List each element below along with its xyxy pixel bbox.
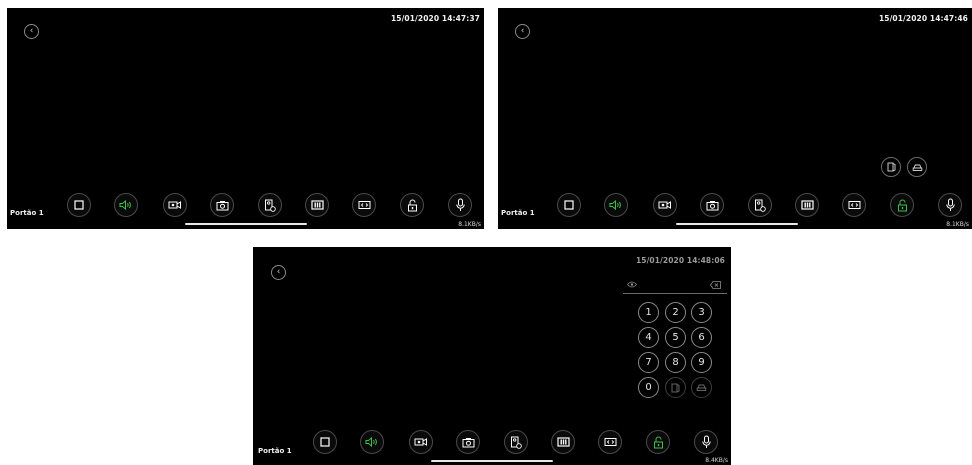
timestamp: 15/01/2020 14:47:46: [878, 14, 968, 23]
unlock-button[interactable]: [646, 430, 670, 454]
record-button[interactable]: [409, 430, 433, 454]
live-view-screen-3: ‹ 15/01/2020 14:48:06 1 2 3 4 5 6 7 8 9 …: [253, 247, 731, 465]
door-icon: [887, 162, 895, 172]
aspect-button[interactable]: [598, 430, 622, 454]
aspect-icon: [358, 201, 370, 209]
record-icon: [168, 201, 181, 209]
bitrate-readout: 8.4KB/s: [705, 457, 728, 464]
live-view-screen-1: ‹ 15/01/2020 14:47:37 Portão 1 8.1KB/s: [7, 8, 484, 229]
gate-icon: [912, 164, 922, 171]
stream-icon: [800, 200, 814, 210]
key-5[interactable]: 5: [665, 327, 686, 348]
door-button[interactable]: [881, 157, 901, 177]
playback-icon: [265, 199, 276, 212]
stream-button[interactable]: [551, 430, 575, 454]
key-6[interactable]: 6: [691, 327, 712, 348]
aspect-icon: [604, 438, 616, 446]
backspace-icon[interactable]: [710, 281, 721, 289]
playback-icon: [511, 436, 522, 449]
gate-button[interactable]: [907, 157, 927, 177]
camera-label: Portão 1: [258, 447, 292, 455]
stop-button[interactable]: [313, 430, 337, 454]
aspect-button[interactable]: [352, 193, 376, 217]
home-indicator: [431, 460, 553, 462]
unlock-button[interactable]: [400, 193, 424, 217]
toolbar: [557, 193, 962, 217]
gate-icon: [696, 384, 707, 391]
speaker-icon: [365, 437, 377, 447]
stream-icon: [556, 437, 570, 447]
bitrate-readout: 8.1KB/s: [946, 221, 969, 228]
record-button[interactable]: [653, 193, 677, 217]
bitrate-readout: 8.1KB/s: [458, 221, 481, 228]
speaker-icon: [119, 200, 131, 210]
door-icon: [671, 383, 680, 392]
toolbar: [313, 430, 718, 454]
back-icon: ‹: [276, 267, 281, 277]
speaker-icon: [609, 200, 621, 210]
microphone-icon: [945, 198, 955, 211]
unlock-icon: [653, 436, 663, 448]
aspect-button[interactable]: [842, 193, 866, 217]
stop-button[interactable]: [557, 193, 581, 217]
show-password-icon[interactable]: [627, 281, 637, 288]
unlock-icon: [897, 199, 907, 211]
camera-label: Portão 1: [10, 209, 44, 217]
key-8[interactable]: 8: [665, 352, 686, 373]
snapshot-button[interactable]: [456, 430, 480, 454]
microphone-icon: [455, 198, 465, 211]
speaker-button[interactable]: [360, 430, 384, 454]
snapshot-icon: [462, 437, 474, 447]
key-0[interactable]: 0: [638, 377, 659, 398]
aspect-icon: [848, 201, 860, 209]
snapshot-icon: [216, 200, 228, 210]
key-9[interactable]: 9: [691, 352, 712, 373]
key-1[interactable]: 1: [638, 302, 659, 323]
snapshot-icon: [706, 200, 718, 210]
timestamp: 15/01/2020 14:47:37: [390, 14, 480, 23]
stop-icon: [564, 200, 574, 210]
keypad-entry-field[interactable]: [623, 279, 727, 294]
live-view-screen-2: ‹ 15/01/2020 14:47:46 Portão 1 8.1KB/s: [498, 8, 972, 229]
playback-icon: [755, 199, 766, 212]
back-button[interactable]: ‹: [515, 24, 530, 39]
unlock-button[interactable]: [890, 193, 914, 217]
unlock-icon: [407, 199, 417, 211]
record-icon: [414, 438, 427, 446]
back-button[interactable]: ‹: [24, 24, 39, 39]
camera-label: Portão 1: [501, 209, 535, 217]
microphone-button[interactable]: [694, 430, 718, 454]
microphone-icon: [701, 435, 711, 448]
key-4[interactable]: 4: [638, 327, 659, 348]
timestamp: 15/01/2020 14:48:06: [635, 256, 725, 265]
speaker-button[interactable]: [604, 193, 628, 217]
back-icon: ‹: [520, 26, 525, 36]
microphone-button[interactable]: [938, 193, 962, 217]
key-2[interactable]: 2: [665, 302, 686, 323]
key-3[interactable]: 3: [691, 302, 712, 323]
keypad-door-button[interactable]: [665, 377, 686, 398]
key-7[interactable]: 7: [638, 352, 659, 373]
playback-button[interactable]: [748, 193, 772, 217]
snapshot-button[interactable]: [700, 193, 724, 217]
playback-button[interactable]: [504, 430, 528, 454]
stop-button[interactable]: [67, 193, 91, 217]
back-icon: ‹: [29, 26, 34, 36]
stop-icon: [320, 437, 330, 447]
keypad-gate-button[interactable]: [691, 377, 712, 398]
stream-button[interactable]: [305, 193, 329, 217]
stream-button[interactable]: [795, 193, 819, 217]
playback-button[interactable]: [258, 193, 282, 217]
record-button[interactable]: [163, 193, 187, 217]
speaker-button[interactable]: [114, 193, 138, 217]
back-button[interactable]: ‹: [271, 265, 286, 280]
home-indicator: [185, 223, 307, 225]
microphone-button[interactable]: [448, 193, 472, 217]
toolbar: [67, 193, 472, 217]
record-icon: [658, 201, 671, 209]
snapshot-button[interactable]: [210, 193, 234, 217]
stream-icon: [310, 200, 324, 210]
stop-icon: [74, 200, 84, 210]
home-indicator: [676, 223, 798, 225]
